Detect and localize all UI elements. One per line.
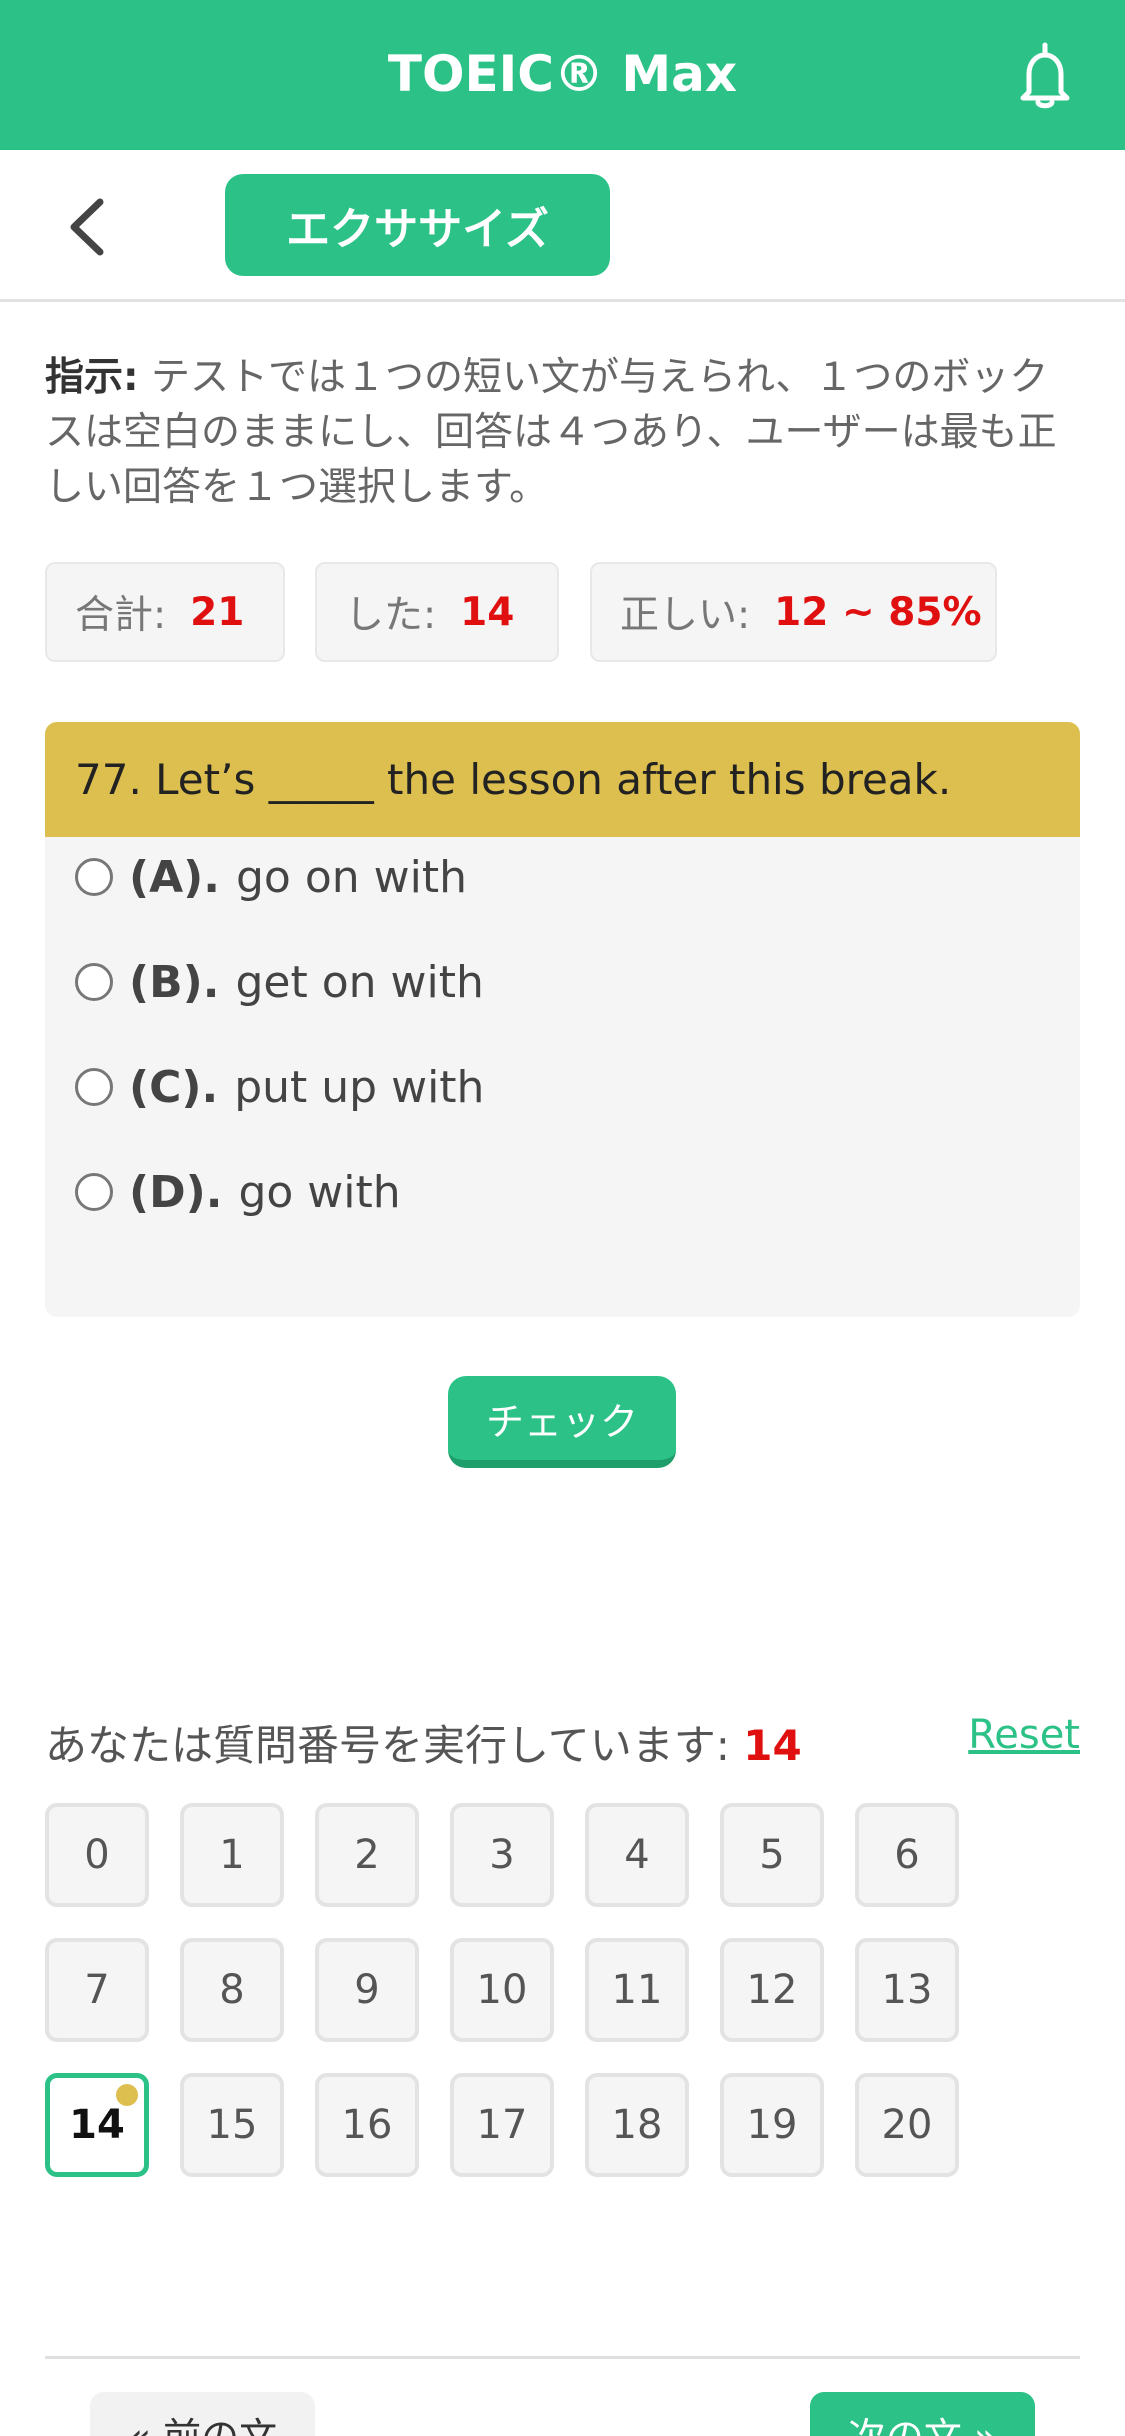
- question-number-label: 4: [624, 1832, 650, 1878]
- option-b[interactable]: (B). get on with: [75, 952, 484, 1012]
- question-number-button[interactable]: 12: [720, 1938, 824, 2042]
- option-text: go on with: [236, 851, 467, 903]
- chevron-left-icon[interactable]: [60, 192, 120, 262]
- check-button[interactable]: チェック: [448, 1376, 676, 1468]
- question-number-label: 11: [611, 1967, 663, 2013]
- question-number-button[interactable]: 18: [585, 2073, 689, 2177]
- question-number-label: 13: [881, 1967, 933, 2013]
- sub-navigation: エクササイズ: [0, 150, 1125, 302]
- stat-correct-value: 12 ~ 85%: [774, 589, 982, 635]
- question-card: 77. Let’s _____ the lesson after this br…: [45, 722, 1080, 1317]
- reset-link[interactable]: Reset: [968, 1712, 1080, 1758]
- option-letter: (D).: [129, 1166, 223, 1218]
- question-number-button[interactable]: 5: [720, 1803, 824, 1907]
- stat-total-label: 合計:: [75, 593, 167, 638]
- stat-done-label: した:: [345, 593, 437, 638]
- option-letter: (C).: [129, 1061, 219, 1113]
- radio-button[interactable]: [75, 963, 113, 1001]
- question-number-button[interactable]: 13: [855, 1938, 959, 2042]
- question-number-button[interactable]: 4: [585, 1803, 689, 1907]
- question-number-button[interactable]: 19: [720, 2073, 824, 2177]
- option-c[interactable]: (C). put up with: [75, 1057, 484, 1117]
- question-number-label: 0: [84, 1832, 110, 1878]
- stat-correct-label: 正しい:: [620, 593, 751, 638]
- stat-done: した: 14: [315, 562, 559, 662]
- stat-total: 合計: 21: [45, 562, 285, 662]
- previous-button[interactable]: « 前の文: [90, 2392, 315, 2436]
- option-d[interactable]: (D). go with: [75, 1162, 401, 1222]
- question-number-button[interactable]: 11: [585, 1938, 689, 2042]
- question-number-label: 15: [206, 2102, 258, 2148]
- question-number-label: 7: [84, 1967, 110, 2013]
- question-number-button[interactable]: 0: [45, 1803, 149, 1907]
- question-number-label: 12: [746, 1967, 798, 2013]
- question-number-button[interactable]: 9: [315, 1938, 419, 2042]
- question-number-label: 5: [759, 1832, 785, 1878]
- app-title: TOEIC® Max: [387, 45, 738, 103]
- current-question-number: 14: [743, 1721, 802, 1770]
- radio-button[interactable]: [75, 858, 113, 896]
- option-letter: (A).: [129, 851, 220, 903]
- question-text: 77. Let’s _____ the lesson after this br…: [45, 722, 1080, 837]
- progress-label-text: あなたは質問番号を実行しています:: [45, 1721, 744, 1770]
- question-number-button[interactable]: 2: [315, 1803, 419, 1907]
- question-number-label: 8: [219, 1967, 245, 2013]
- radio-button[interactable]: [75, 1068, 113, 1106]
- bell-icon[interactable]: [1005, 36, 1085, 116]
- question-number-label: 2: [354, 1832, 380, 1878]
- option-letter: (B).: [129, 956, 220, 1008]
- question-number-label: 18: [611, 2102, 663, 2148]
- app-header: TOEIC® Max: [0, 0, 1125, 150]
- instructions-text: テストでは１つの短い文が与えられ、１つのボックスは空白のままにし、回答は４つあり…: [45, 355, 1057, 510]
- stat-total-value: 21: [190, 589, 245, 635]
- option-text: get on with: [235, 956, 484, 1008]
- question-number-button[interactable]: 7: [45, 1938, 149, 2042]
- question-number-label: 19: [746, 2102, 798, 2148]
- radio-button[interactable]: [75, 1173, 113, 1211]
- current-indicator-dot: [116, 2084, 138, 2106]
- question-number-label: 14: [69, 2102, 125, 2148]
- question-number-label: 10: [476, 1967, 528, 2013]
- stat-correct: 正しい: 12 ~ 85%: [590, 562, 997, 662]
- question-number-button[interactable]: 6: [855, 1803, 959, 1907]
- question-number-button[interactable]: 3: [450, 1803, 554, 1907]
- question-number-button[interactable]: 20: [855, 2073, 959, 2177]
- question-number-label: 16: [341, 2102, 393, 2148]
- instructions: 指示: テストでは１つの短い文が与えられ、１つのボックスは空白のままにし、回答は…: [45, 350, 1085, 515]
- question-number-button[interactable]: 15: [180, 2073, 284, 2177]
- question-number-button[interactable]: 1: [180, 1803, 284, 1907]
- tab-exercise[interactable]: エクササイズ: [225, 174, 610, 276]
- question-number-label: 1: [219, 1832, 245, 1878]
- question-number-button[interactable]: 16: [315, 2073, 419, 2177]
- question-number-label: 20: [881, 2102, 933, 2148]
- question-number-label: 17: [476, 2102, 528, 2148]
- next-button[interactable]: 次の文 »: [810, 2392, 1035, 2436]
- question-number-label: 9: [354, 1967, 380, 2013]
- question-number-button[interactable]: 10: [450, 1938, 554, 2042]
- question-number-label: 6: [894, 1832, 920, 1878]
- question-number-button[interactable]: 8: [180, 1938, 284, 2042]
- question-number-button[interactable]: 17: [450, 2073, 554, 2177]
- progress-label: あなたは質問番号を実行しています: 14: [45, 1712, 802, 1773]
- instructions-label: 指示:: [45, 355, 139, 400]
- option-text: put up with: [234, 1061, 485, 1113]
- question-number-button[interactable]: 14: [45, 2073, 149, 2177]
- divider: [45, 2356, 1080, 2359]
- question-number-label: 3: [489, 1832, 515, 1878]
- stat-done-value: 14: [460, 589, 515, 635]
- option-text: go with: [238, 1166, 401, 1218]
- option-a[interactable]: (A). go on with: [75, 847, 467, 907]
